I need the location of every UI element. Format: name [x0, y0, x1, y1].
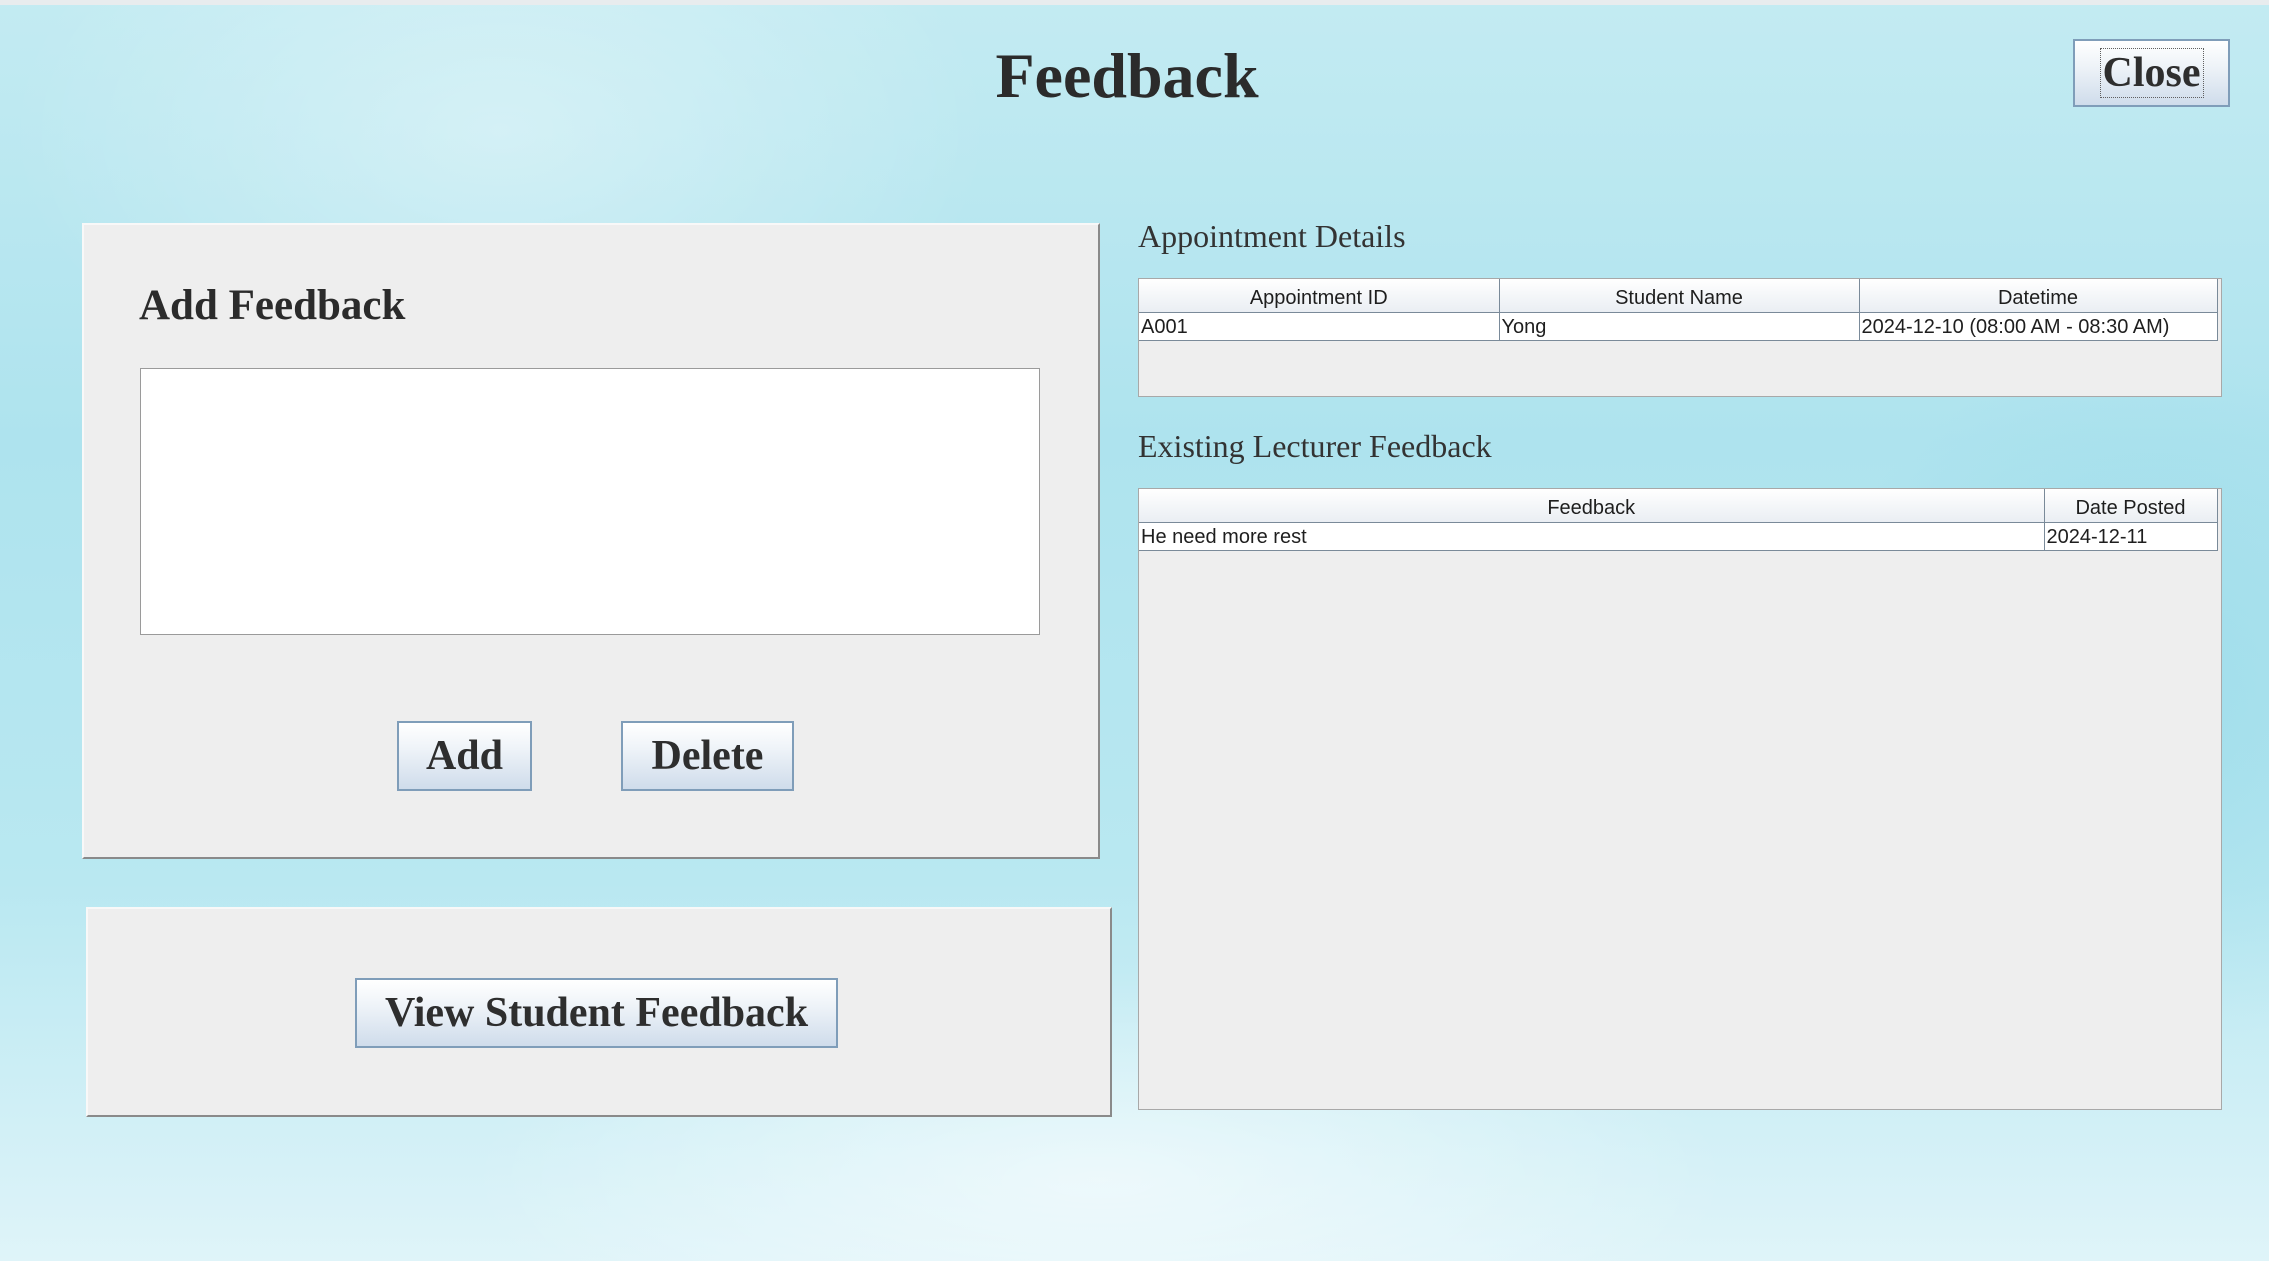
add-feedback-panel: Add Feedback Add Delete	[82, 223, 1100, 859]
feedback-table: Feedback Date Posted He need more rest 2…	[1139, 489, 2218, 551]
existing-feedback-title: Existing Lecturer Feedback	[1138, 428, 1492, 464]
appointment-details-title: Appointment Details	[1138, 218, 1406, 254]
feedback-table-container[interactable]: Feedback Date Posted He need more rest 2…	[1138, 488, 2222, 1110]
column-header-student-name[interactable]: Student Name	[1498, 279, 1860, 313]
add-button[interactable]: Add	[397, 721, 532, 791]
add-feedback-title: Add Feedback	[139, 282, 406, 329]
student-name-cell[interactable]: Yong	[1498, 312, 1860, 341]
appointment-table: Appointment ID Student Name Datetime A00…	[1139, 279, 2218, 341]
column-header-date-posted[interactable]: Date Posted	[2043, 489, 2218, 523]
table-row[interactable]: He need more rest 2024-12-11	[1139, 522, 2218, 551]
column-header-appointment-id[interactable]: Appointment ID	[1139, 279, 1500, 313]
feedback-cell[interactable]: He need more rest	[1139, 522, 2045, 551]
date-posted-cell[interactable]: 2024-12-11	[2043, 522, 2218, 551]
view-student-feedback-button[interactable]: View Student Feedback	[355, 978, 838, 1048]
appointment-id-cell[interactable]: A001	[1139, 312, 1500, 341]
table-row[interactable]: A001 Yong 2024-12-10 (08:00 AM - 08:30 A…	[1139, 312, 2218, 341]
view-feedback-panel: View Student Feedback	[86, 907, 1112, 1117]
window-top-edge	[0, 0, 2269, 5]
datetime-cell[interactable]: 2024-12-10 (08:00 AM - 08:30 AM)	[1858, 312, 2218, 341]
close-button-label: Close	[2099, 48, 2204, 98]
close-button[interactable]: Close	[2073, 39, 2230, 107]
feedback-table-header: Feedback Date Posted	[1139, 489, 2218, 523]
appointment-table-header: Appointment ID Student Name Datetime	[1139, 279, 2218, 313]
column-header-feedback[interactable]: Feedback	[1139, 489, 2045, 523]
feedback-input[interactable]	[140, 368, 1040, 635]
delete-button[interactable]: Delete	[621, 721, 794, 791]
appointment-table-container[interactable]: Appointment ID Student Name Datetime A00…	[1138, 278, 2222, 397]
page-title: Feedback	[995, 40, 1259, 111]
column-header-datetime[interactable]: Datetime	[1858, 279, 2218, 313]
